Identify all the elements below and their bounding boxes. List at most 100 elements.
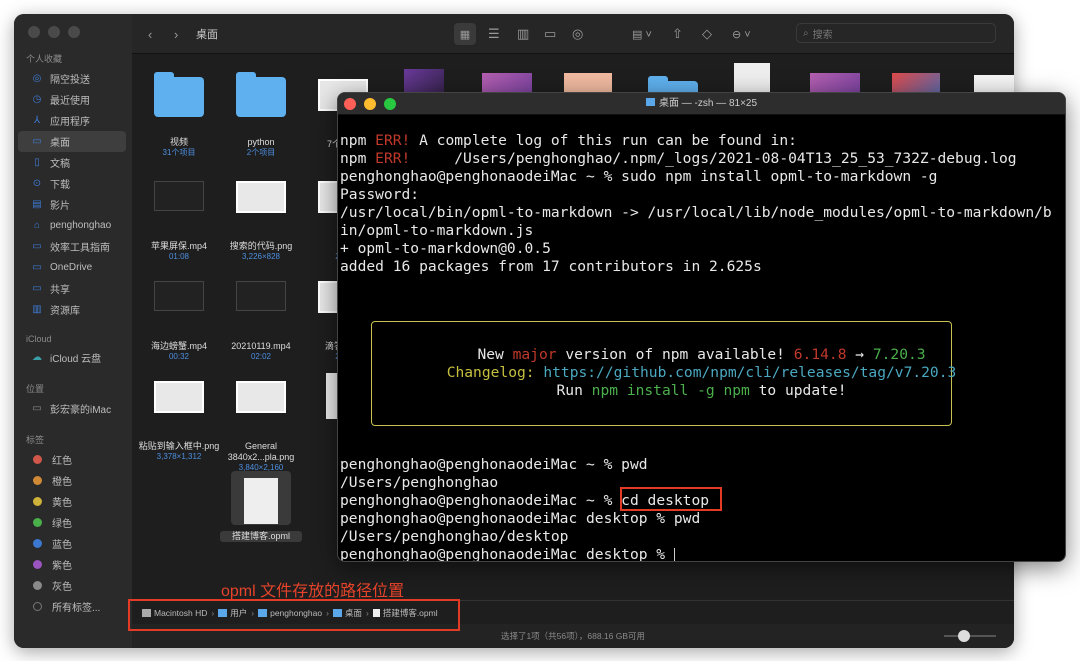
sidebar-item-imac[interactable]: ▭ 彭宏豪的iMac bbox=[18, 398, 126, 419]
tag-color-dot bbox=[33, 476, 42, 485]
forward-button[interactable]: › bbox=[174, 14, 178, 54]
file-item[interactable]: 苹果屏保.mp4 01:08 bbox=[138, 167, 220, 262]
favorites-heading: 个人收藏 bbox=[26, 54, 63, 64]
image-thumbnail bbox=[220, 381, 302, 435]
npm-update-text: New major version of npm available! 6.14… bbox=[446, 346, 957, 399]
tag-color-dot bbox=[33, 581, 42, 590]
folder-icon bbox=[645, 98, 655, 106]
terminal-line: Password: bbox=[340, 186, 420, 203]
file-item[interactable]: 20210119.mp4 02:02 bbox=[220, 267, 302, 362]
sidebar-item[interactable]: ▥ 资源库 bbox=[18, 299, 126, 320]
folder-thumbnail bbox=[220, 72, 302, 131]
terminal-line: + opml-to-markdown@0.0.5 bbox=[340, 240, 551, 257]
file-item[interactable]: 搜索的代码.png 3,226×828 bbox=[220, 167, 302, 262]
terminal-line: npm ERR! /Users/penghonghao/.npm/_logs/2… bbox=[340, 150, 1017, 167]
sidebar-tag[interactable]: 紫色 bbox=[18, 554, 126, 575]
library-icon: ▥ bbox=[32, 304, 42, 315]
tag-color-dot bbox=[33, 560, 42, 569]
sidebar-tag[interactable]: 绿色 bbox=[18, 512, 126, 533]
document-icon: ▯ bbox=[34, 157, 40, 168]
sidebar-item[interactable]: ▭ 效率工具指南 bbox=[18, 236, 126, 257]
tag-color-dot bbox=[33, 455, 42, 464]
text-cursor bbox=[673, 547, 675, 561]
minimize-button[interactable] bbox=[48, 26, 60, 38]
window-controls bbox=[28, 26, 80, 38]
cloud-icon: ☁ bbox=[32, 352, 42, 363]
icon-view-button[interactable]: ▦ bbox=[454, 23, 476, 45]
changelog-link[interactable]: https://github.com/npm/cli/releases/tag/… bbox=[543, 364, 956, 381]
terminal-line: in/opml-to-markdown.js bbox=[340, 222, 534, 239]
file-item[interactable]: General 3840x2...pla.png 3,840×2,160 bbox=[220, 367, 302, 473]
sidebar-item[interactable]: ⅄ 应用程序 bbox=[18, 110, 126, 131]
terminal-line: /usr/local/bin/opml-to-markdown -> /usr/… bbox=[340, 204, 1052, 221]
tag-color-dot bbox=[33, 602, 42, 611]
image-thumbnail bbox=[220, 181, 302, 235]
sidebar-item[interactable]: ▭ 共享 bbox=[18, 278, 126, 299]
tag-color-dot bbox=[33, 497, 42, 506]
group-button[interactable]: ▤ ˅ bbox=[632, 14, 652, 54]
terminal-titlebar: 桌面 — -zsh — 81×25 bbox=[338, 93, 1065, 115]
sidebar-tag[interactable]: 红色 bbox=[18, 449, 126, 470]
more-actions-button[interactable]: ⊖ ˅ bbox=[732, 14, 751, 54]
sidebar: 个人收藏 ◎ 隔空投送 ◷ 最近使用 ⅄ 应用程序 ▭ 桌面 ▯ 文稿 ⊙ 下载 ▤ 影片 ⌂ penghon… bbox=[14, 14, 132, 648]
column-view-button[interactable]: ▥ bbox=[517, 14, 529, 54]
sidebar-tag[interactable]: 橙色 bbox=[18, 470, 126, 491]
file-item[interactable]: 海边螃蟹.mp4 00:32 bbox=[138, 267, 220, 362]
terminal-line: /Users/penghonghao/desktop bbox=[340, 528, 569, 545]
annotation-text: opml 文件存放的路径位置 bbox=[221, 583, 405, 600]
icon-size-slider[interactable] bbox=[944, 630, 996, 642]
file-item[interactable]: python 2个项目 bbox=[220, 65, 302, 158]
tag-icon[interactable]: ◇ bbox=[702, 14, 712, 54]
tag-color-dot bbox=[33, 539, 42, 548]
share-icon[interactable]: ⇧ bbox=[672, 14, 683, 54]
list-view-button[interactable]: ☰ bbox=[488, 14, 500, 54]
file-item[interactable]: 搭建博客.opml bbox=[220, 471, 302, 542]
sidebar-item[interactable]: ⊙ 下载 bbox=[18, 173, 126, 194]
sidebar-item[interactable]: ▤ 影片 bbox=[18, 194, 126, 215]
monitor-icon: ▭ bbox=[32, 403, 42, 414]
shared-folder-icon: ▭ bbox=[32, 283, 42, 294]
clock-icon: ◷ bbox=[32, 94, 42, 105]
video-thumbnail bbox=[220, 281, 302, 335]
home-icon: ⌂ bbox=[33, 220, 41, 231]
terminal-line: penghonghao@penghonaodeiMac ~ % pwd bbox=[340, 456, 648, 473]
sidebar-item[interactable]: ◎ 隔空投送 bbox=[18, 68, 126, 89]
gallery-view-button[interactable]: ▭ bbox=[544, 14, 556, 54]
sidebar-item-icloud[interactable]: ☁ iCloud 云盘 bbox=[18, 347, 126, 368]
terminal-title: 桌面 — -zsh — 81×25 bbox=[658, 98, 758, 109]
search-input[interactable]: ⌕ 搜索 bbox=[796, 23, 996, 43]
window-title: 桌面 bbox=[196, 29, 218, 41]
sidebar-tag[interactable]: 灰色 bbox=[18, 575, 126, 596]
close-button[interactable] bbox=[344, 98, 356, 110]
zoom-button[interactable] bbox=[384, 98, 396, 110]
folder-icon: ▭ bbox=[32, 241, 42, 252]
minimize-button[interactable] bbox=[364, 98, 376, 110]
sidebar-tag[interactable]: 所有标签... bbox=[18, 596, 126, 617]
command-highlight-box bbox=[620, 487, 722, 511]
tag-color-dot bbox=[33, 518, 42, 527]
file-item[interactable]: 视频 31个项目 bbox=[138, 65, 220, 158]
back-button[interactable]: ‹ bbox=[148, 14, 152, 54]
file-item[interactable]: 粘贴到输入框中.png 3,378×1,312 bbox=[138, 367, 220, 462]
sidebar-item[interactable]: ⌂ penghonghao bbox=[18, 215, 126, 236]
airdrop-icon[interactable]: ◎ bbox=[572, 14, 583, 54]
terminal-line: penghonghao@penghonaodeiMac ~ % sudo npm… bbox=[340, 168, 938, 185]
airdrop-icon: ◎ bbox=[32, 73, 42, 84]
image-thumbnail bbox=[138, 381, 220, 435]
path-highlight-box bbox=[128, 599, 460, 631]
close-button[interactable] bbox=[28, 26, 40, 38]
desktop-icon: ▭ bbox=[32, 136, 42, 147]
sidebar-item[interactable]: ◷ 最近使用 bbox=[18, 89, 126, 110]
sidebar-tag[interactable]: 黄色 bbox=[18, 491, 126, 512]
apps-icon: ⅄ bbox=[33, 115, 41, 126]
sidebar-item[interactable]: ▯ 文稿 bbox=[18, 152, 126, 173]
terminal-line: npm ERR! A complete log of this run can … bbox=[340, 132, 797, 149]
folder-thumbnail bbox=[138, 72, 220, 131]
sidebar-tag[interactable]: 蓝色 bbox=[18, 533, 126, 554]
sidebar-item[interactable]: ▭ OneDrive bbox=[18, 257, 126, 278]
sidebar-item[interactable]: ▭ 桌面 bbox=[18, 131, 126, 152]
video-thumbnail bbox=[138, 181, 220, 235]
icloud-heading: iCloud bbox=[26, 334, 52, 344]
terminal-line: penghonghao@penghonaodeiMac desktop % pw… bbox=[340, 510, 701, 527]
zoom-button[interactable] bbox=[68, 26, 80, 38]
